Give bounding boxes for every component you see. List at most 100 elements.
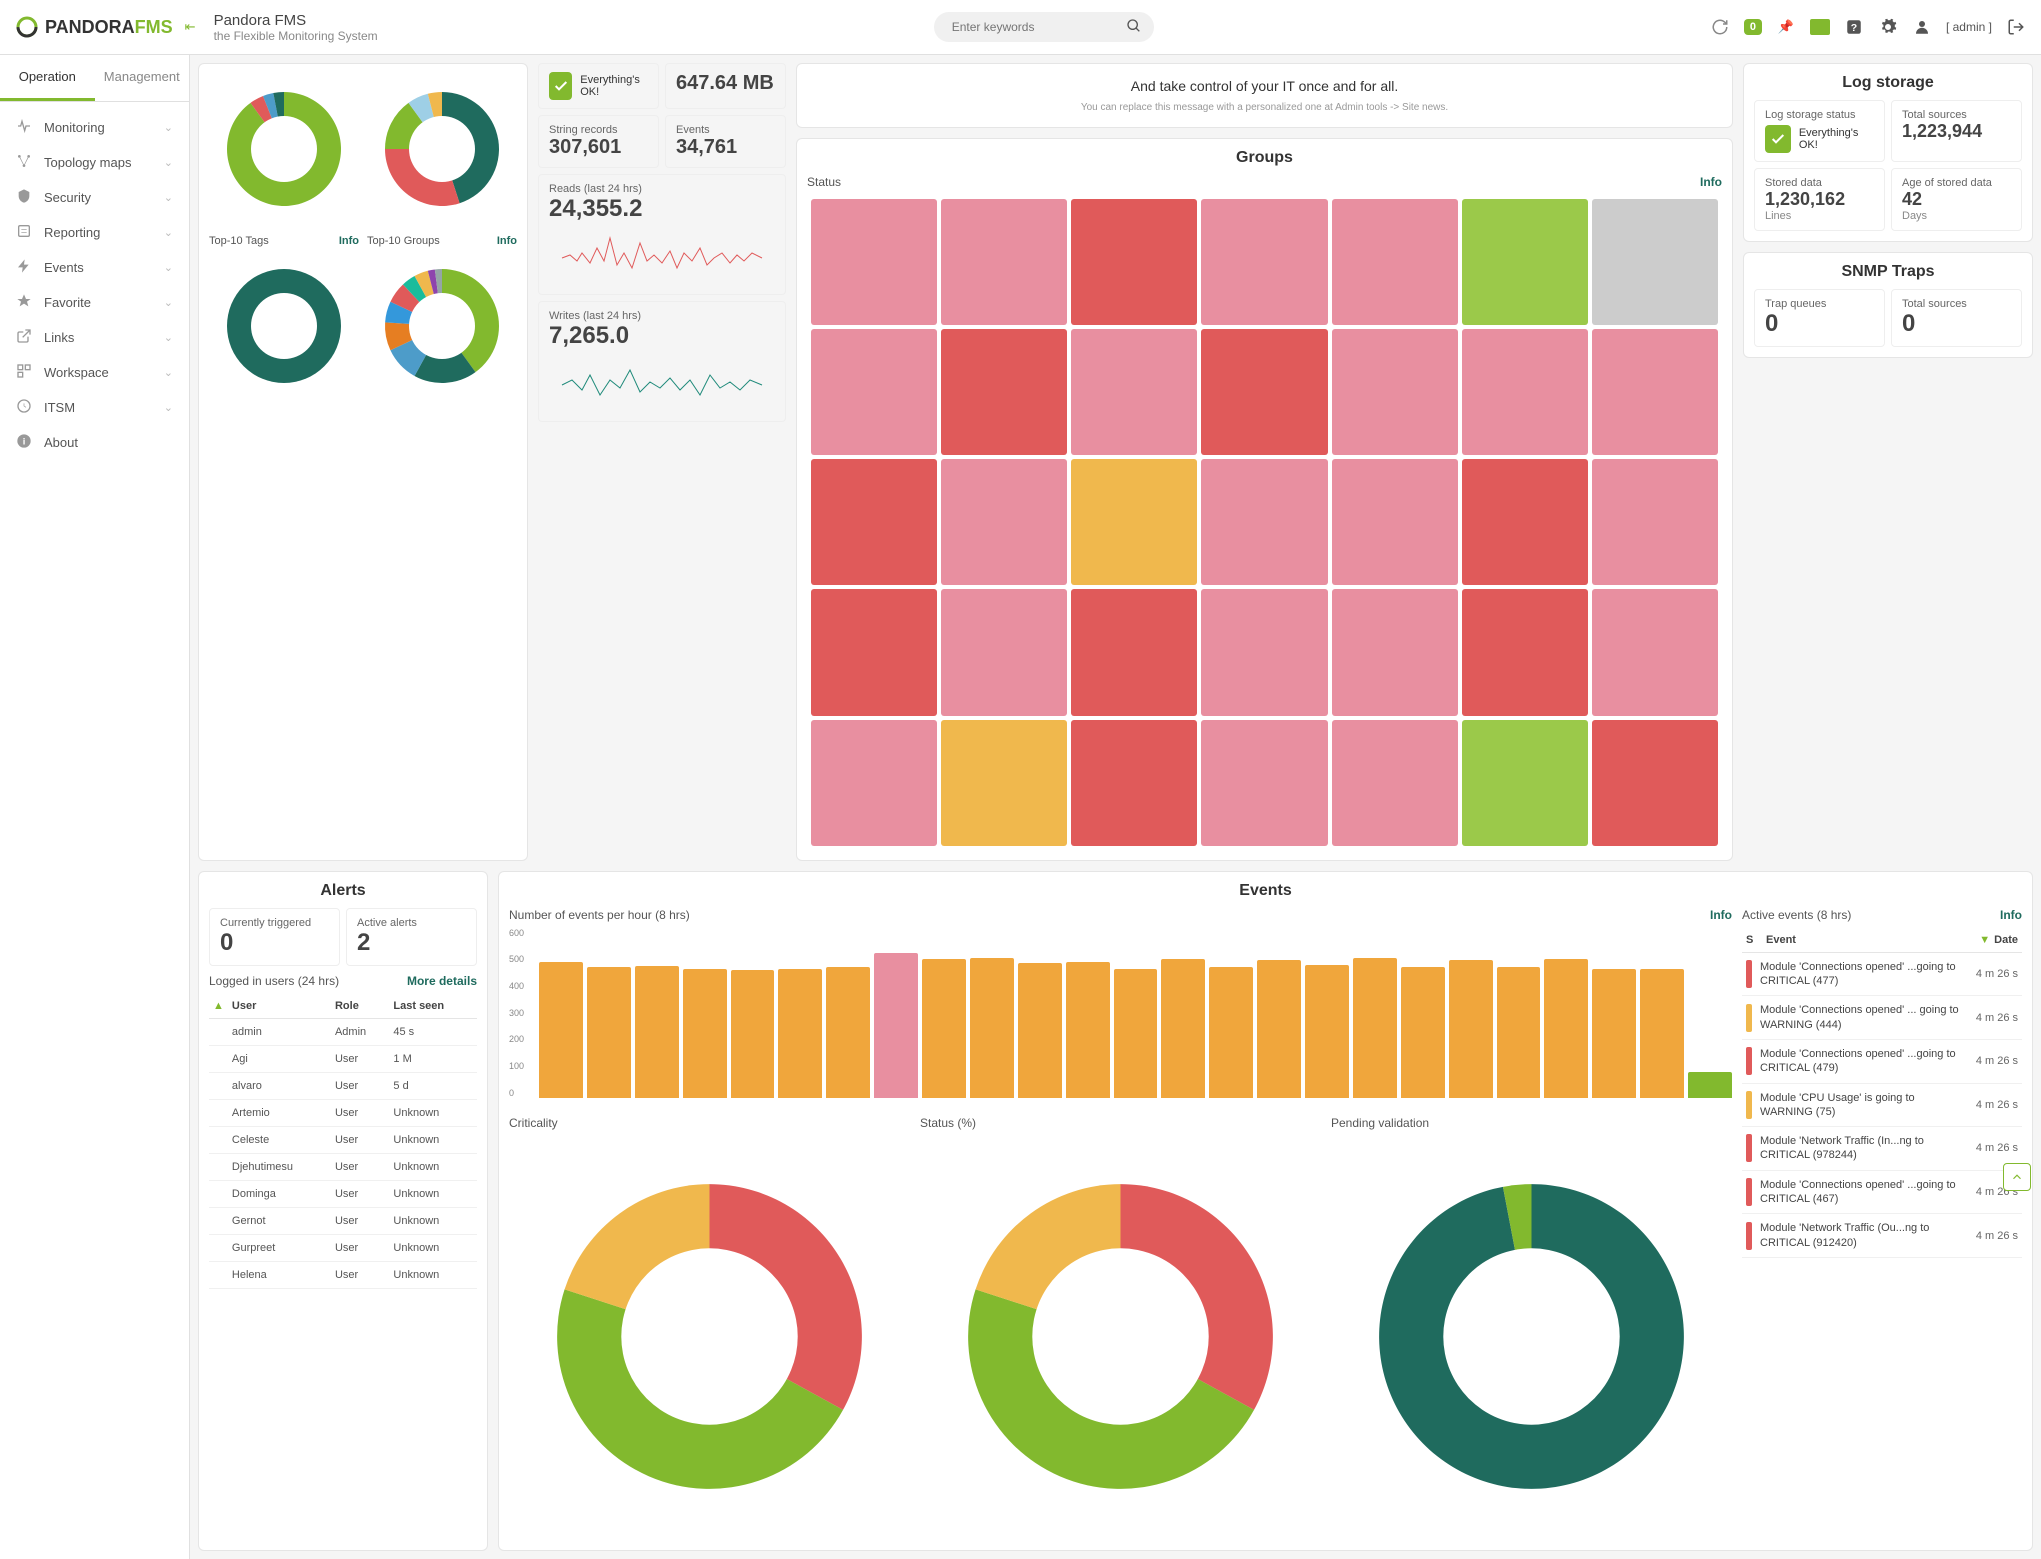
group-cell[interactable] [1332, 589, 1458, 715]
group-cell[interactable] [941, 329, 1067, 455]
sidebar-item-events[interactable]: Events ⌄ [0, 250, 189, 285]
group-cell[interactable] [941, 199, 1067, 325]
event-row[interactable]: Module 'Network Traffic (In...ng to CRIT… [1742, 1127, 2022, 1171]
th-severity[interactable]: S [1746, 934, 1766, 946]
string-records-value: 307,601 [549, 136, 648, 159]
group-cell[interactable] [1201, 199, 1327, 325]
table-row[interactable]: CelesteUserUnknown [209, 1126, 477, 1153]
group-cell[interactable] [1592, 459, 1718, 585]
log-stored-value: 1,230,162 [1765, 189, 1874, 210]
group-cell[interactable] [1462, 589, 1588, 715]
user-label[interactable]: [ admin ] [1946, 20, 1992, 34]
user-icon[interactable] [1912, 17, 1932, 37]
group-cell[interactable] [1201, 459, 1327, 585]
group-cell[interactable] [811, 199, 937, 325]
group-cell[interactable] [1592, 720, 1718, 846]
table-row[interactable]: DjehutimesuUserUnknown [209, 1153, 477, 1180]
group-cell[interactable] [1201, 329, 1327, 455]
logout-icon[interactable] [2006, 17, 2026, 37]
th-date[interactable]: Date [1994, 934, 2018, 946]
event-row[interactable]: Module 'Connections opened' ...going to … [1742, 953, 2022, 997]
refresh-icon[interactable] [1710, 17, 1730, 37]
table-row[interactable]: ArtemioUserUnknown [209, 1099, 477, 1126]
security-icon [16, 188, 34, 207]
sidebar-item-security[interactable]: Security ⌄ [0, 180, 189, 215]
group-cell[interactable] [811, 329, 937, 455]
sidebar-item-topology[interactable]: Topology maps ⌄ [0, 145, 189, 180]
table-row[interactable]: AgiUser1 M [209, 1045, 477, 1072]
group-cell[interactable] [1332, 329, 1458, 455]
sidebar-item-monitoring[interactable]: Monitoring ⌄ [0, 110, 189, 145]
group-cell[interactable] [1071, 329, 1197, 455]
group-cell[interactable] [1462, 459, 1588, 585]
pending-donut [1331, 1136, 1732, 1537]
group-cell[interactable] [941, 459, 1067, 585]
sidebar-item-itsm[interactable]: ITSM ⌄ [0, 390, 189, 425]
th-event[interactable]: Event [1766, 934, 1979, 946]
events-info-link[interactable]: Info [1710, 908, 1732, 922]
group-cell[interactable] [941, 589, 1067, 715]
sidebar-item-workspace[interactable]: Workspace ⌄ [0, 355, 189, 390]
group-cell[interactable] [1071, 459, 1197, 585]
table-row[interactable]: DomingaUserUnknown [209, 1180, 477, 1207]
table-row[interactable]: alvaroUser5 d [209, 1072, 477, 1099]
gear-icon[interactable] [1878, 17, 1898, 37]
sort-asc-icon[interactable]: ▲ [213, 1000, 224, 1012]
event-row[interactable]: Module 'Connections opened' ...going to … [1742, 1040, 2022, 1084]
group-cell[interactable] [1201, 589, 1327, 715]
event-row[interactable]: Module 'CPU Usage' is going to WARNING (… [1742, 1084, 2022, 1128]
group-cell[interactable] [1201, 720, 1327, 846]
active-events-info-link[interactable]: Info [2000, 908, 2022, 922]
db-size-box: 647.64 MB [665, 63, 786, 109]
tab-operation[interactable]: Operation [0, 55, 95, 101]
more-details-link[interactable]: More details [407, 974, 477, 988]
group-cell[interactable] [1071, 720, 1197, 846]
group-cell[interactable] [1071, 199, 1197, 325]
pin-icon[interactable]: 📌 [1776, 17, 1796, 37]
bar [1161, 959, 1205, 1098]
table-row[interactable]: GurpreetUserUnknown [209, 1234, 477, 1261]
group-cell[interactable] [1071, 589, 1197, 715]
top10-groups-donut [367, 251, 517, 401]
sidebar-item-favorite[interactable]: Favorite ⌄ [0, 285, 189, 320]
th-user[interactable]: User [228, 994, 331, 1019]
help-icon[interactable]: ? [1844, 17, 1864, 37]
group-cell[interactable] [1592, 199, 1718, 325]
group-cell[interactable] [1332, 720, 1458, 846]
bar [1640, 969, 1684, 1098]
group-cell[interactable] [941, 720, 1067, 846]
group-cell[interactable] [811, 459, 937, 585]
group-cell[interactable] [811, 720, 937, 846]
event-row[interactable]: Module 'Connections opened' ...going to … [1742, 1171, 2022, 1215]
sort-desc-icon[interactable]: ▼ [1979, 934, 1990, 946]
table-row[interactable]: GernotUserUnknown [209, 1207, 477, 1234]
group-cell[interactable] [811, 589, 937, 715]
groups-info-link[interactable]: Info [1700, 175, 1722, 189]
group-cell[interactable] [1462, 720, 1588, 846]
group-cell[interactable] [1462, 329, 1588, 455]
logo[interactable]: PANDORAFMS [15, 15, 173, 39]
sidebar-item-about[interactable]: i About [0, 425, 189, 460]
top10-tags-info[interactable]: Info [339, 235, 359, 247]
sidebar-item-links[interactable]: Links ⌄ [0, 320, 189, 355]
tab-management[interactable]: Management [95, 55, 190, 101]
event-row[interactable]: Module 'Network Traffic (Ou...ng to CRIT… [1742, 1214, 2022, 1258]
group-cell[interactable] [1332, 199, 1458, 325]
group-cell[interactable] [1592, 589, 1718, 715]
group-cell[interactable] [1462, 199, 1588, 325]
sidebar-item-reporting[interactable]: Reporting ⌄ [0, 215, 189, 250]
scroll-top-button[interactable] [2003, 1163, 2031, 1191]
search-input[interactable] [934, 12, 1154, 42]
event-row[interactable]: Module 'Connections opened' ... going to… [1742, 996, 2022, 1040]
th-role[interactable]: Role [331, 994, 389, 1019]
table-row[interactable]: HelenaUserUnknown [209, 1261, 477, 1288]
sidebar-collapse-icon[interactable]: ⇤ [185, 19, 196, 35]
search-icon[interactable] [1126, 18, 1142, 37]
group-cell[interactable] [1332, 459, 1458, 585]
group-cell[interactable] [1592, 329, 1718, 455]
top10-groups-info[interactable]: Info [497, 235, 517, 247]
th-last-seen[interactable]: Last seen [389, 994, 477, 1019]
table-row[interactable]: adminAdmin45 s [209, 1018, 477, 1045]
status-box-icon[interactable] [1810, 17, 1830, 37]
notification-badge[interactable]: 0 [1744, 19, 1762, 35]
